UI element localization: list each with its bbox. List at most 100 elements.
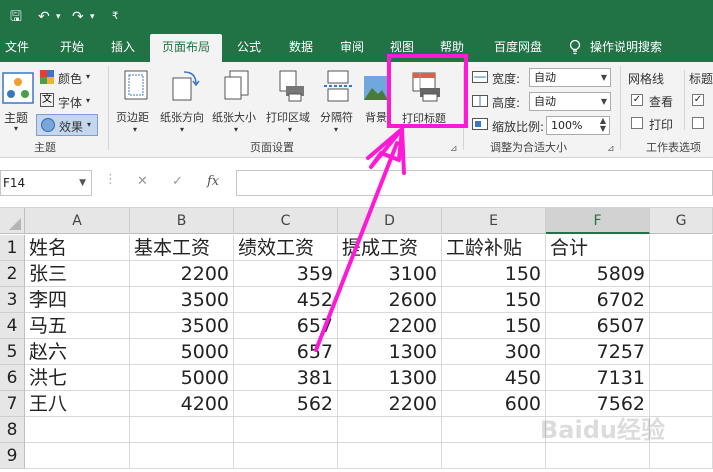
cell-d7[interactable]: 2200	[338, 391, 442, 417]
undo-dropdown-icon[interactable]: ▾	[56, 7, 61, 27]
cell-g5[interactable]	[650, 339, 713, 365]
cell-b3[interactable]: 3500	[130, 287, 234, 313]
tab-insert[interactable]: 插入	[102, 34, 144, 62]
cell-a7[interactable]: 王八	[25, 391, 130, 417]
row-header-9[interactable]: 9	[0, 443, 25, 469]
cell-e6[interactable]: 450	[442, 365, 546, 391]
cell-g4[interactable]	[650, 313, 713, 339]
cell-c9[interactable]	[234, 443, 338, 469]
cell-a6[interactable]: 洪七	[25, 365, 130, 391]
cell-c2[interactable]: 359	[234, 261, 338, 287]
cell-e4[interactable]: 150	[442, 313, 546, 339]
cell-a3[interactable]: 李四	[25, 287, 130, 313]
print-area-button[interactable]: 打印区域 ▾	[266, 68, 318, 138]
insert-function-icon[interactable]: fx	[207, 174, 219, 189]
customize-toolbar-icon[interactable]: ₹	[112, 7, 118, 27]
name-box[interactable]: F14 ▼	[0, 170, 92, 196]
column-header-c[interactable]: C	[234, 208, 338, 234]
width-select[interactable]: 自动 ▼	[529, 68, 611, 87]
cell-b6[interactable]: 5000	[130, 365, 234, 391]
cell-g2[interactable]	[650, 261, 713, 287]
tab-page-layout[interactable]: 页面布局	[150, 34, 222, 62]
cell-b4[interactable]: 3500	[130, 313, 234, 339]
row-header-3[interactable]: 3	[0, 287, 25, 313]
column-header-b[interactable]: B	[130, 208, 234, 234]
formula-bar-resize-icon[interactable]: ⋮	[104, 172, 117, 187]
cell-a8[interactable]	[25, 417, 130, 443]
cell-e5[interactable]: 300	[442, 339, 546, 365]
row-header-4[interactable]: 4	[0, 313, 25, 339]
cell-a2[interactable]: 张三	[25, 261, 130, 287]
size-button[interactable]: 纸张大小 ▾	[212, 68, 264, 138]
cell-g1[interactable]	[650, 235, 713, 261]
redo-dropdown-icon[interactable]: ▾	[90, 7, 95, 27]
cell-c8[interactable]	[234, 417, 338, 443]
scale-spinner[interactable]: 100% ▲ ▼	[546, 116, 610, 135]
column-header-a[interactable]: A	[25, 208, 130, 234]
cell-b5[interactable]: 5000	[130, 339, 234, 365]
cell-a5[interactable]: 赵六	[25, 339, 130, 365]
cell-d3[interactable]: 2600	[338, 287, 442, 313]
tell-me-search[interactable]: 操作说明搜索	[590, 34, 700, 62]
row-header-1[interactable]: 1	[0, 235, 25, 261]
row-header-6[interactable]: 6	[0, 365, 25, 391]
cell-g3[interactable]	[650, 287, 713, 313]
headings-view-checkbox[interactable]: ✓	[692, 94, 704, 106]
tab-review[interactable]: 审阅	[332, 34, 372, 62]
cell-c6[interactable]: 381	[234, 365, 338, 391]
cell-c4[interactable]: 657	[234, 313, 338, 339]
cell-f2[interactable]: 5809	[546, 261, 650, 287]
tab-formulas[interactable]: 公式	[228, 34, 270, 62]
cell-a4[interactable]: 马五	[25, 313, 130, 339]
cell-g9[interactable]	[650, 443, 713, 469]
undo-icon[interactable]: ↶	[38, 7, 50, 27]
cell-b7[interactable]: 4200	[130, 391, 234, 417]
cell-e8[interactable]	[442, 417, 546, 443]
column-header-f[interactable]: F	[546, 208, 650, 234]
tab-home[interactable]: 开始	[50, 34, 94, 62]
cell-e7[interactable]: 600	[442, 391, 546, 417]
cell-e9[interactable]	[442, 443, 546, 469]
row-header-2[interactable]: 2	[0, 261, 25, 287]
cell-e3[interactable]: 150	[442, 287, 546, 313]
cell-c3[interactable]: 452	[234, 287, 338, 313]
tab-file[interactable]: 文件	[0, 34, 34, 62]
orientation-button[interactable]: 纸张方向 ▾	[158, 68, 210, 138]
column-header-d[interactable]: D	[338, 208, 442, 234]
scale-launcher-icon[interactable]: ⊿	[607, 144, 615, 154]
cancel-icon[interactable]: ✕	[137, 174, 148, 189]
cell-b8[interactable]	[130, 417, 234, 443]
row-header-5[interactable]: 5	[0, 339, 25, 365]
margins-button[interactable]: 页边距 ▾	[116, 68, 156, 138]
row-header-8[interactable]: 8	[0, 417, 25, 443]
headings-print-checkbox[interactable]	[692, 117, 704, 129]
cell-f3[interactable]: 6702	[546, 287, 650, 313]
cell-b1[interactable]: 基本工资	[130, 235, 234, 261]
height-select[interactable]: 自动 ▼	[529, 92, 611, 111]
cell-e1[interactable]: 工龄补贴	[442, 235, 546, 261]
save-icon[interactable]: 🖫	[10, 7, 22, 27]
cell-d9[interactable]	[338, 443, 442, 469]
theme-effects-button[interactable]: 效果 ▾	[36, 114, 98, 136]
cell-a9[interactable]	[25, 443, 130, 469]
cell-d2[interactable]: 3100	[338, 261, 442, 287]
breaks-button[interactable]: 分隔符 ▾	[318, 68, 358, 138]
cell-d8[interactable]	[338, 417, 442, 443]
cell-d6[interactable]: 1300	[338, 365, 442, 391]
gridlines-view-checkbox[interactable]: ✓	[631, 94, 643, 106]
themes-button[interactable]: 主题 ▾	[2, 68, 34, 138]
redo-icon[interactable]: ↷	[72, 7, 84, 27]
select-all-corner[interactable]	[0, 208, 25, 234]
column-header-g[interactable]: G	[650, 208, 713, 234]
formula-input[interactable]	[236, 170, 713, 196]
cell-b9[interactable]	[130, 443, 234, 469]
tab-data[interactable]: 数据	[280, 34, 322, 62]
cell-f1[interactable]: 合计	[546, 235, 650, 261]
cell-a1[interactable]: 姓名	[25, 235, 130, 261]
cell-c1[interactable]: 绩效工资	[234, 235, 338, 261]
column-header-e[interactable]: E	[442, 208, 546, 234]
cell-e2[interactable]: 150	[442, 261, 546, 287]
cell-c5[interactable]: 657	[234, 339, 338, 365]
cell-d5[interactable]: 1300	[338, 339, 442, 365]
cell-f4[interactable]: 6507	[546, 313, 650, 339]
